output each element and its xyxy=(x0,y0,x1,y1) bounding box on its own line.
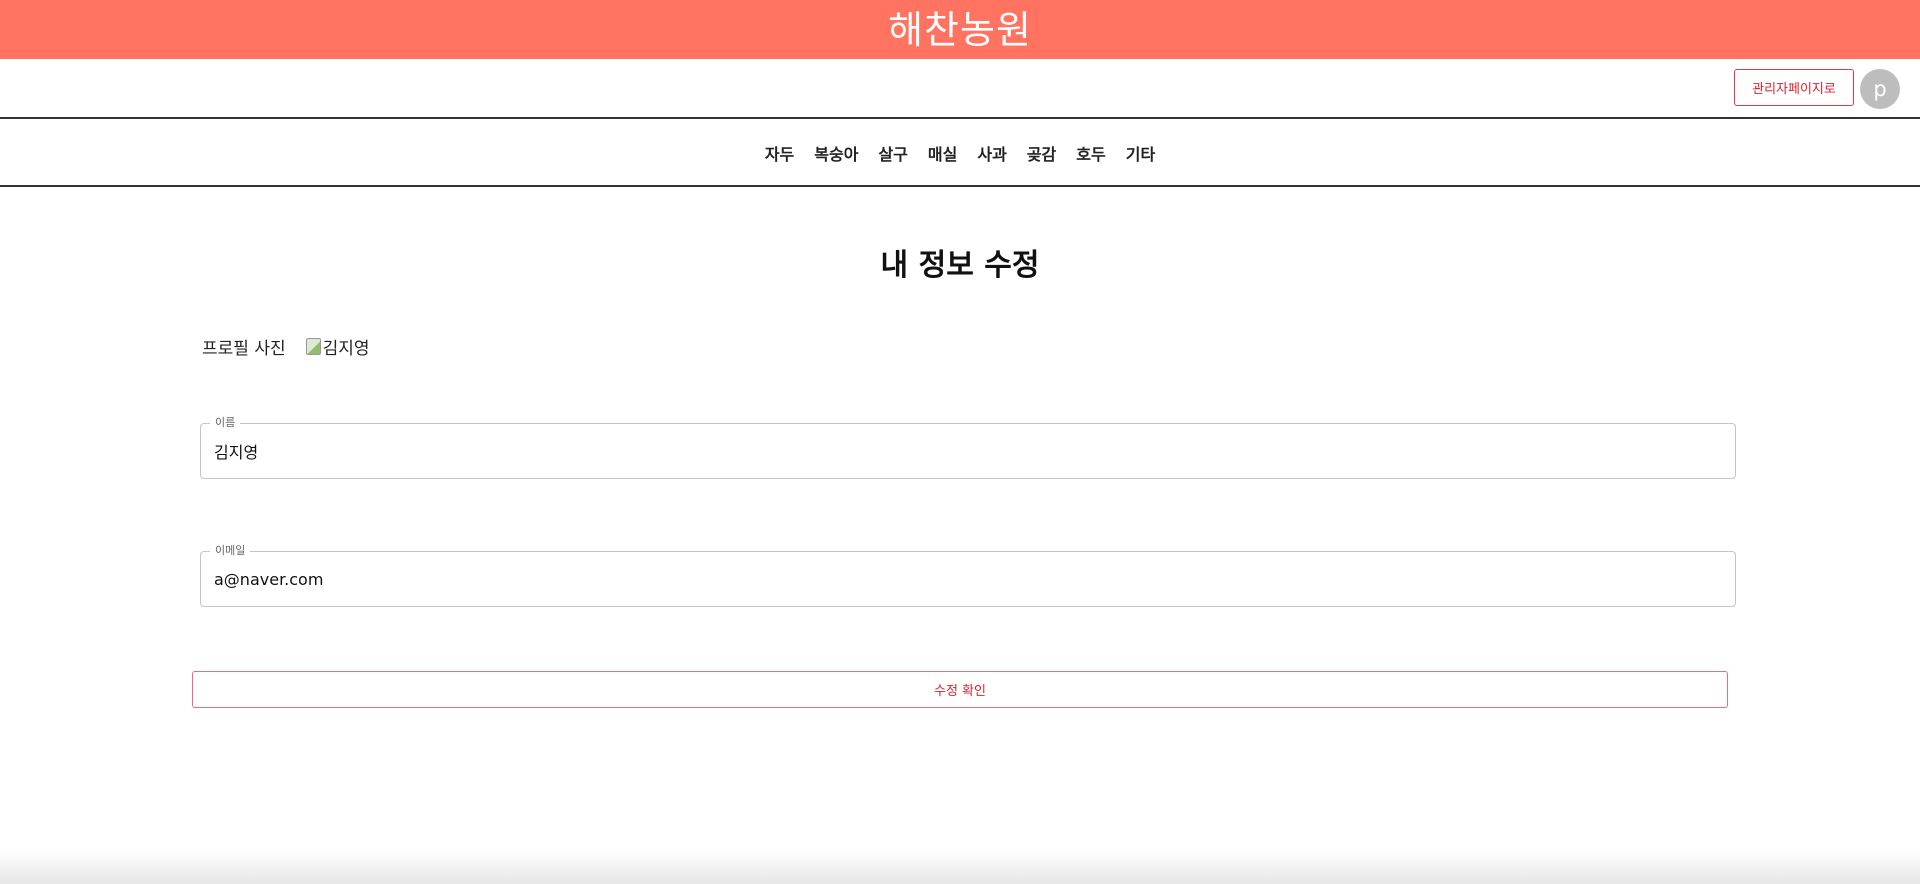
category-item-walnut[interactable]: 호두 xyxy=(1066,141,1115,165)
category-item-apricot[interactable]: 살구 xyxy=(868,141,917,165)
avatar[interactable]: p xyxy=(1860,69,1900,109)
profile-photo-alt-text: 김지영 xyxy=(322,338,370,359)
name-input[interactable] xyxy=(214,424,1714,478)
profile-photo-label: 프로필 사진 xyxy=(202,338,286,359)
brand-logo-title[interactable]: 해찬농원 xyxy=(888,11,1032,49)
category-nav: 자두 복숭아 살구 매실 사과 곶감 호두 기타 xyxy=(0,121,1920,187)
submit-edit-button[interactable]: 수정 확인 xyxy=(192,671,1728,708)
profile-photo[interactable]: 김지영 xyxy=(305,334,370,359)
utility-bar: 관리자페이지로 p xyxy=(0,59,1920,119)
profile-photo-row: 프로필 사진 김지영 xyxy=(202,334,370,359)
broken-image-icon xyxy=(305,337,321,355)
email-input[interactable] xyxy=(214,552,1714,606)
page-title: 내 정보 수정 xyxy=(880,248,1040,283)
brand-header: 해찬농원 xyxy=(0,0,1920,59)
category-item-plum[interactable]: 자두 xyxy=(755,141,804,165)
email-field: 이메일 xyxy=(200,544,1736,607)
category-item-apple[interactable]: 사과 xyxy=(967,141,1016,165)
category-item-peach[interactable]: 복숭아 xyxy=(804,141,868,165)
admin-page-button[interactable]: 관리자페이지로 xyxy=(1734,69,1854,106)
bottom-shadow xyxy=(0,850,1920,884)
name-field: 이름 xyxy=(200,416,1736,479)
category-item-etc[interactable]: 기타 xyxy=(1116,141,1165,165)
category-item-dried-persimmon[interactable]: 곶감 xyxy=(1017,141,1066,165)
category-item-green-plum[interactable]: 매실 xyxy=(918,141,967,165)
